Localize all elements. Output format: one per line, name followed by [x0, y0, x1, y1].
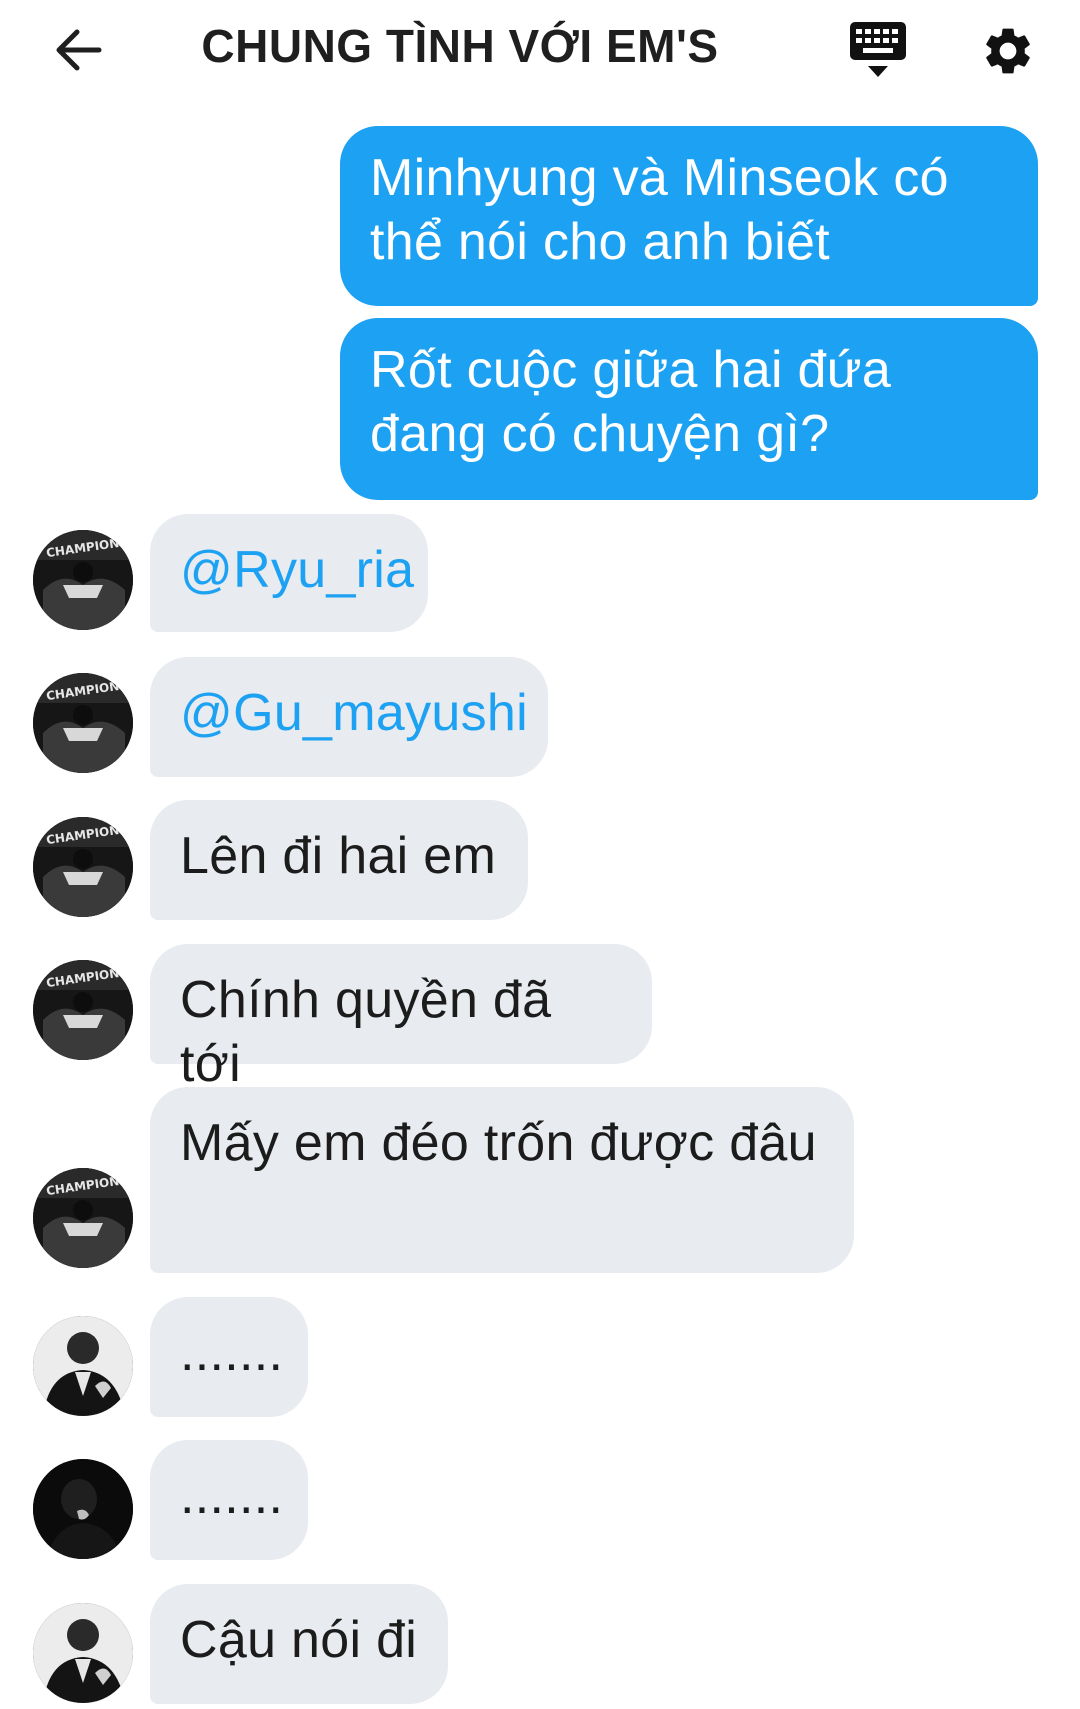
message-bubble-incoming[interactable]: @Gu_mayushi	[150, 657, 548, 777]
message-bubble-incoming[interactable]: Chính quyền đã tới	[150, 944, 652, 1093]
message-text: Chính quyền đã tới	[180, 971, 552, 1093]
message-bubble-incoming[interactable]: Cậu nói đi	[150, 1584, 448, 1704]
champion-avatar[interactable]: CHAMPION	[33, 960, 133, 1060]
suit-avatar[interactable]	[33, 1603, 133, 1703]
champion-avatar[interactable]: CHAMPION	[33, 1168, 133, 1268]
message-bubble-incoming[interactable]: @Ryu_ria	[150, 514, 428, 632]
message-text: Lên đi hai em	[180, 827, 497, 885]
message-text: .......	[180, 1324, 284, 1382]
message-text: .......	[180, 1467, 284, 1525]
champion-avatar[interactable]: CHAMPION	[33, 673, 133, 773]
message-bubble-outgoing[interactable]: Minhyung và Minseok có thể nói cho anh b…	[340, 126, 1038, 306]
champion-avatar[interactable]: CHAMPION	[33, 530, 133, 630]
mention-link[interactable]: @Ryu_ria	[180, 541, 414, 599]
suit-avatar[interactable]	[33, 1316, 133, 1416]
message-text: Cậu nói đi	[180, 1611, 418, 1669]
dark-avatar[interactable]	[33, 1459, 133, 1559]
message-bubble-incoming[interactable]: .......	[150, 1297, 308, 1417]
message-bubble-incoming[interactable]: Lên đi hai em	[150, 800, 528, 920]
message-text: Rốt cuộc giữa hai đứa đang có chuyện gì?	[370, 341, 892, 463]
message-text: Mấy em đéo trốn được đâu	[180, 1114, 817, 1172]
message-list[interactable]: Minhyung và Minseok có thể nói cho anh b…	[0, 0, 1080, 1709]
message-text: Minhyung và Minseok có thể nói cho anh b…	[370, 149, 949, 271]
message-bubble-incoming[interactable]: Mấy em đéo trốn được đâu	[150, 1087, 854, 1273]
message-bubble-outgoing[interactable]: Rốt cuộc giữa hai đứa đang có chuyện gì?	[340, 318, 1038, 500]
champion-avatar[interactable]: CHAMPION	[33, 817, 133, 917]
message-bubble-incoming[interactable]: .......	[150, 1440, 308, 1560]
mention-link[interactable]: @Gu_mayushi	[180, 684, 528, 742]
